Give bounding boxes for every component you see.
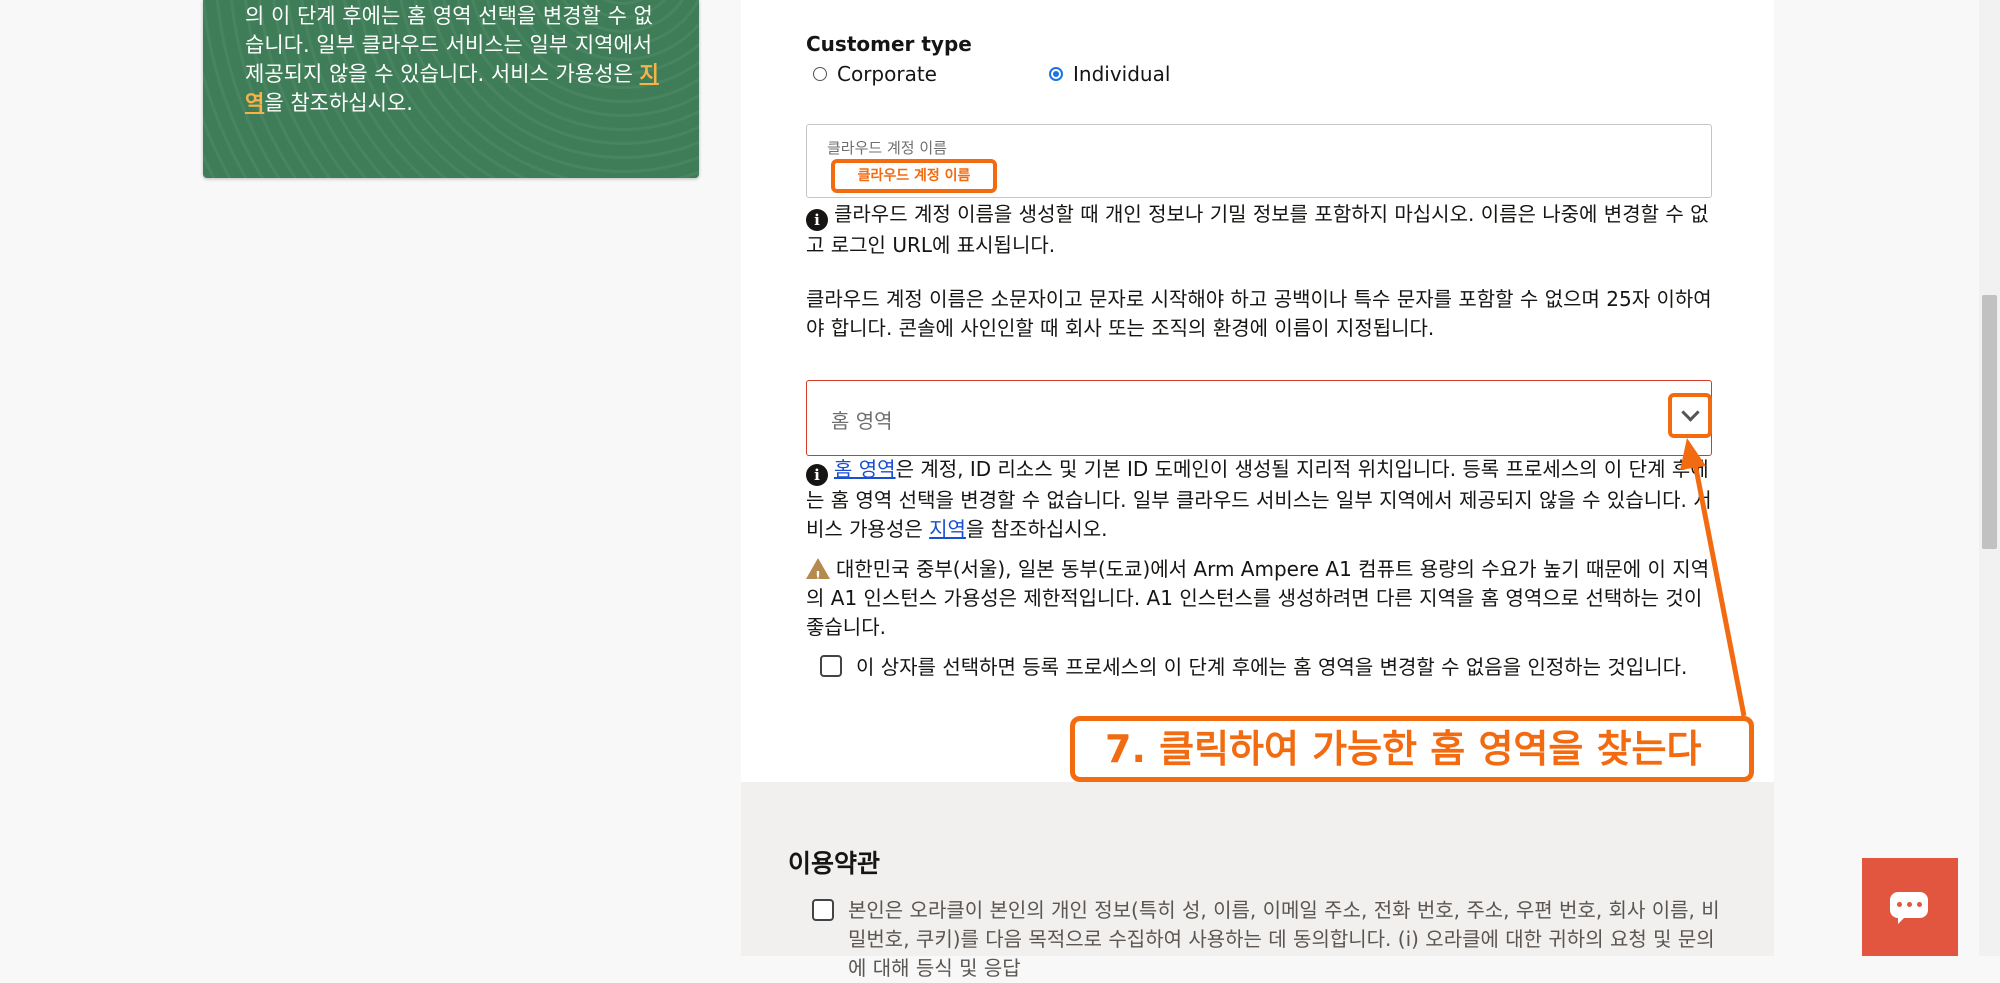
home-region-info: i홈 영역은 계정, ID 리소스 및 기본 ID 도메인이 생성될 지리적 위…: [806, 457, 1712, 541]
radio-individual-dot[interactable]: [1049, 67, 1063, 81]
home-region-info-card-text: 의 이 단계 후에는 홈 영역 선택을 변경할 수 없습니다. 일부 클라우드 …: [245, 4, 659, 115]
cloud-account-name-field[interactable]: 클라우드 계정 이름 클라우드 계정 이름: [806, 124, 1712, 198]
radio-corporate-dot[interactable]: [813, 67, 827, 81]
terms-title: 이용약관: [788, 849, 881, 878]
terms-consent-checkbox[interactable]: [812, 899, 834, 921]
chat-icon: [1890, 892, 1928, 924]
cloud-account-name-input[interactable]: 클라우드 계정 이름: [831, 159, 997, 193]
home-region-ack-checkbox[interactable]: [820, 655, 842, 677]
terms-consent-text: 본인은 오라클이 본인의 개인 정보(특히 성, 이름, 이메일 주소, 전화 …: [848, 898, 1720, 980]
radio-corporate[interactable]: Corporate: [813, 62, 937, 86]
customer-type-label: Customer type: [806, 32, 972, 56]
chevron-down-icon[interactable]: [1668, 393, 1712, 438]
radio-individual[interactable]: Individual: [1049, 62, 1170, 86]
page-scrollbar[interactable]: [1979, 0, 2000, 956]
home-region-placeholder: 홈 영역: [831, 409, 893, 433]
cloud-account-name-label: 클라우드 계정 이름: [827, 139, 947, 157]
info-icon: i: [806, 464, 828, 486]
info-icon: i: [806, 209, 828, 231]
capacity-warning: 대한민국 중부(서울), 일본 동부(도쿄)에서 Arm Ampere A1 컴…: [806, 555, 1712, 642]
regions-link-2[interactable]: 지역: [929, 517, 966, 541]
cloud-account-rules: 클라우드 계정 이름은 소문자이고 문자로 시작해야 하고 공백이나 특수 문자…: [806, 287, 1712, 340]
home-region-ack-row[interactable]: 이 상자를 선택하면 등록 프로세스의 이 단계 후에는 홈 영역을 변경할 수…: [806, 653, 1712, 682]
home-region-info-card: 의 이 단계 후에는 홈 영역 선택을 변경할 수 없습니다. 일부 클라우드 …: [203, 0, 699, 178]
warning-icon: [806, 558, 830, 592]
scrollbar-thumb[interactable]: [1982, 295, 1997, 549]
chat-button[interactable]: [1862, 858, 1958, 956]
terms-consent-row[interactable]: 본인은 오라클이 본인의 개인 정보(특히 성, 이름, 이메일 주소, 전화 …: [798, 896, 1728, 983]
annotation-callout: 7. 클릭하여 가능한 홈 영역을 찾는다: [1070, 716, 1754, 782]
radio-individual-label: Individual: [1073, 62, 1171, 86]
radio-corporate-label: Corporate: [837, 62, 937, 86]
home-region-link[interactable]: 홈 영역: [834, 457, 896, 481]
home-region-select[interactable]: 홈 영역: [806, 380, 1712, 456]
cloud-account-info: i 클라우드 계정 이름을 생성할 때 개인 정보나 기밀 정보를 포함하지 마십…: [806, 202, 1709, 257]
home-region-ack-text: 이 상자를 선택하면 등록 프로세스의 이 단계 후에는 홈 영역을 변경할 수…: [856, 655, 1688, 679]
